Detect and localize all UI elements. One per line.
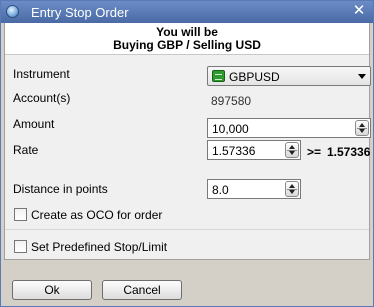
distance-value: 8.0 xyxy=(212,183,229,197)
distance-stepper[interactable]: 8.0 xyxy=(207,179,301,199)
stop-limit-label[interactable]: Set Predefined Stop/Limit xyxy=(31,240,167,254)
form-area: You will be Buying GBP / Selling USD Ins… xyxy=(4,23,371,259)
spin-down-icon[interactable] xyxy=(359,129,365,133)
market-rate-value: 1.57336 xyxy=(327,145,371,159)
account-label: Account(s) xyxy=(13,91,71,105)
stop-limit-checkbox[interactable] xyxy=(14,240,27,253)
divider xyxy=(5,229,369,230)
button-bar: Ok Cancel xyxy=(4,266,370,306)
amount-stepper[interactable]: 10,000 xyxy=(207,118,371,138)
rate-comparator: >= xyxy=(307,145,322,159)
amount-label: Amount xyxy=(13,117,55,131)
amount-spinner[interactable] xyxy=(355,120,369,136)
rate-value: 1.57336 xyxy=(212,144,256,158)
rate-label: Rate xyxy=(13,143,39,157)
instrument-dropdown[interactable]: GBPUSD xyxy=(207,66,371,86)
app-icon xyxy=(6,5,19,18)
separator-bar xyxy=(4,259,370,266)
spin-up-icon[interactable] xyxy=(289,145,295,149)
instrument-label: Instrument xyxy=(13,67,70,81)
entry-stop-order-dialog: Entry Stop Order ✕ You will be Buying GB… xyxy=(0,0,374,307)
distance-label: Distance in points xyxy=(13,182,108,196)
spin-down-icon[interactable] xyxy=(289,151,295,155)
distance-spinner[interactable] xyxy=(285,181,299,197)
spin-up-icon[interactable] xyxy=(359,123,365,127)
chevron-down-icon[interactable] xyxy=(358,74,366,79)
rate-spinner[interactable] xyxy=(285,142,299,158)
summary-line-2: Buying GBP / Selling USD xyxy=(113,38,261,52)
currency-pair-icon xyxy=(212,70,225,82)
order-summary-header: You will be Buying GBP / Selling USD xyxy=(5,23,369,55)
title-bar[interactable]: Entry Stop Order ✕ xyxy=(1,1,373,23)
cancel-button[interactable]: Cancel xyxy=(102,280,182,300)
spin-down-icon[interactable] xyxy=(289,190,295,194)
account-value: 897580 xyxy=(211,94,252,108)
oco-checkbox[interactable] xyxy=(14,208,27,221)
window-title: Entry Stop Order xyxy=(31,5,129,20)
oco-label[interactable]: Create as OCO for order xyxy=(31,208,162,222)
spin-up-icon[interactable] xyxy=(289,184,295,188)
close-icon[interactable]: ✕ xyxy=(351,3,367,19)
ok-button[interactable]: Ok xyxy=(12,280,92,300)
instrument-value: GBPUSD xyxy=(229,70,280,84)
amount-value: 10,000 xyxy=(212,122,249,136)
rate-stepper[interactable]: 1.57336 xyxy=(207,140,301,160)
